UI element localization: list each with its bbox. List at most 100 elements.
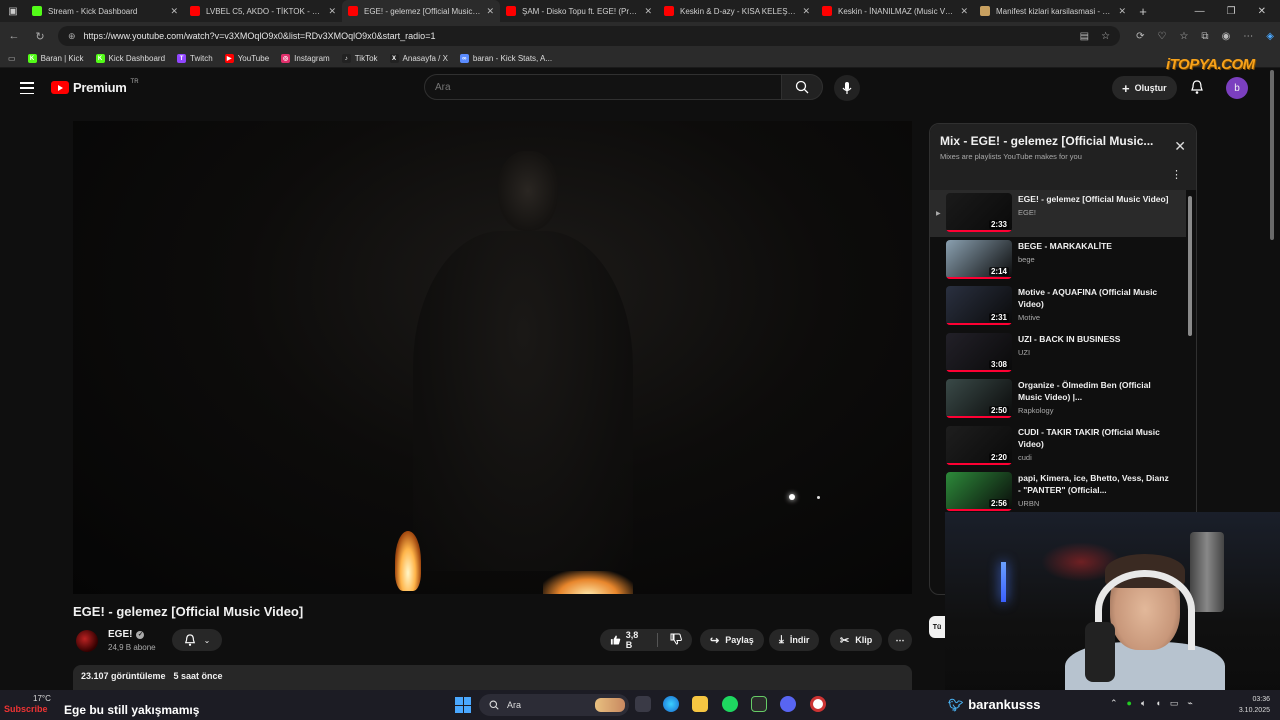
browser-tab[interactable]: Keskin - İNANILMAZ (Music Video) ✕ xyxy=(816,0,974,22)
bookmark-item[interactable]: K Kick Dashboard xyxy=(95,54,165,63)
voice-search-button[interactable] xyxy=(834,75,860,101)
close-window-icon[interactable]: ✕ xyxy=(1258,6,1266,17)
extensions-icon[interactable]: ⟳ xyxy=(1136,31,1144,42)
playlist-item[interactable]: 2:56 papi, Kimera, ice, Bhetto, Vess, Dia… xyxy=(930,469,1186,516)
mix-title[interactable]: Mix - EGE! - gelemez [Official Music... xyxy=(940,134,1165,148)
video-thumbnail[interactable]: 2:20 xyxy=(946,425,1012,465)
weather-widget[interactable]: 17°C xyxy=(8,694,51,703)
playlist-item-title[interactable]: papi, Kimera, ice, Bhetto, Vess, Dianz -… xyxy=(1018,472,1172,496)
collections-icon[interactable]: ⧉ xyxy=(1201,31,1208,42)
bookmark-item[interactable]: K Baran | Kick xyxy=(27,54,84,63)
download-button[interactable]: ⤓ İndir xyxy=(769,629,820,651)
close-tab-icon[interactable]: ✕ xyxy=(802,6,810,17)
file-explorer-icon[interactable] xyxy=(692,696,708,712)
channel-avatar[interactable] xyxy=(76,630,98,652)
dislike-button[interactable] xyxy=(670,633,682,647)
edge-browser-icon[interactable] xyxy=(663,696,679,712)
bookmark-item[interactable]: ◎ Instagram xyxy=(281,54,330,63)
video-thumbnail[interactable]: 2:33 xyxy=(946,193,1012,232)
video-thumbnail[interactable]: 2:56 xyxy=(946,472,1012,511)
bookmark-item[interactable]: ♪ TikTok xyxy=(341,54,378,63)
volume-icon[interactable]: 🔈︎ xyxy=(1141,698,1146,709)
channel-name[interactable]: EGE! xyxy=(108,629,132,640)
playlist-item-title[interactable]: CUDI - TAKIR TAKIR (Official Music Video… xyxy=(1018,426,1172,450)
notifications-button[interactable] xyxy=(1190,80,1204,100)
playlist-item[interactable]: 2:14 BEGE - MARKAKALİTE bege xyxy=(930,237,1186,284)
task-view-icon[interactable] xyxy=(635,696,651,712)
new-tab-button[interactable]: + xyxy=(1132,4,1154,19)
search-button[interactable] xyxy=(781,74,823,100)
subscription-notification-button[interactable]: ⌄ xyxy=(172,629,222,651)
page-scrollbar[interactable] xyxy=(1270,70,1274,240)
playlist-item-title[interactable]: UZI - BACK IN BUSINESS xyxy=(1018,333,1172,345)
menu-icon[interactable] xyxy=(20,82,34,94)
close-tab-icon[interactable]: ✕ xyxy=(328,6,336,17)
spotify-icon[interactable] xyxy=(722,696,738,712)
description-box[interactable]: 23.107 görüntüleme 5 saat önce xyxy=(73,665,912,690)
bookmark-item[interactable]: X Anasayfa / X xyxy=(389,54,448,63)
playlist-item[interactable]: 2:31 Motive - AQUAFINA (Official Music Vi… xyxy=(930,283,1186,330)
close-tab-icon[interactable]: ✕ xyxy=(1118,6,1126,17)
video-player[interactable] xyxy=(73,121,912,594)
favorites-icon[interactable]: ☆ xyxy=(1179,31,1188,42)
browser-essentials-icon[interactable]: ♡ xyxy=(1157,31,1166,42)
more-actions-button[interactable]: ⋯ xyxy=(888,629,912,651)
account-avatar[interactable]: b xyxy=(1226,77,1248,99)
bookmark-item[interactable]: ▶ YouTube xyxy=(224,54,269,63)
windows-start-icon[interactable] xyxy=(455,697,471,713)
video-thumbnail[interactable]: 2:14 xyxy=(946,239,1012,279)
tab-actions-menu-icon[interactable]: ▣ xyxy=(0,0,26,22)
video-thumbnail[interactable]: 3:08 xyxy=(946,332,1012,372)
bookmark-item[interactable]: ∞ baran - Kick Stats, A... xyxy=(459,54,552,63)
playlist-item[interactable]: 2:20 CUDI - TAKIR TAKIR (Official Music V… xyxy=(930,423,1186,470)
site-info-icon[interactable]: ⊕ xyxy=(68,31,76,42)
close-icon[interactable]: ✕ xyxy=(1174,138,1186,155)
microphone-tray-icon[interactable]: ◖ xyxy=(1155,698,1160,709)
monitor-icon[interactable]: ▭ xyxy=(1170,698,1179,709)
close-tab-icon[interactable]: ✕ xyxy=(170,6,178,17)
playlist-item[interactable]: 3:08 UZI - BACK IN BUSINESS UZI xyxy=(930,330,1186,377)
browser-tab[interactable]: Stream - Kick Dashboard ✕ xyxy=(26,0,184,22)
minimize-icon[interactable]: — xyxy=(1195,6,1205,17)
youtube-logo[interactable]: Premium TR xyxy=(51,79,139,95)
share-button[interactable]: ↪ Paylaş xyxy=(700,629,764,651)
taskbar-search[interactable]: Ara xyxy=(479,694,629,716)
browser-tab[interactable]: EGE! - gelemez [Official Music Video] ✕ xyxy=(342,0,500,22)
clip-button[interactable]: ✂ Klip xyxy=(830,629,883,651)
playlist-item-title[interactable]: BEGE - MARKAKALİTE xyxy=(1018,240,1172,252)
more-menu-icon[interactable]: ⋯ xyxy=(1243,31,1253,42)
url-field[interactable]: ⊕ https://www.youtube.com/watch?v=v3XMOq… xyxy=(58,26,1121,46)
close-tab-icon[interactable]: ✕ xyxy=(486,6,494,17)
create-button[interactable]: + Oluştur xyxy=(1112,76,1177,100)
filter-chip[interactable]: Tü xyxy=(929,616,945,638)
app-icon[interactable] xyxy=(751,696,767,712)
chevron-up-icon[interactable]: ⌃ xyxy=(1110,698,1118,709)
discord-icon[interactable] xyxy=(780,696,796,712)
like-button[interactable]: 3,8 B xyxy=(610,630,645,650)
playlist-item-title[interactable]: Motive - AQUAFINA (Official Music Video) xyxy=(1018,286,1172,310)
favorite-star-icon[interactable]: ☆ xyxy=(1101,31,1110,42)
copilot-icon[interactable]: ◈ xyxy=(1266,31,1274,42)
reload-icon[interactable]: ↻ xyxy=(32,30,48,43)
bookmark-item[interactable]: T Twitch xyxy=(177,54,213,63)
playlist-item[interactable]: ▶ 2:33 EGE! - gelemez [Official Music Vide… xyxy=(930,190,1186,237)
browser-tab[interactable]: Keskin & D-azy - KISA KELEŞ II (M...) ✕ xyxy=(658,0,816,22)
playlist-item-title[interactable]: Organize - Ölmedim Ben (Official Music V… xyxy=(1018,379,1172,403)
profile-icon[interactable]: ◉ xyxy=(1222,31,1231,42)
browser-tab[interactable]: LVBEL C5, AKDO - TİKTOK - YouTube ✕ xyxy=(184,0,342,22)
search-input[interactable] xyxy=(435,81,781,93)
bookmarks-toggle-icon[interactable]: ▭ xyxy=(8,54,16,63)
channel-name-row[interactable]: EGE! ✓ xyxy=(108,629,145,640)
close-tab-icon[interactable]: ✕ xyxy=(960,6,968,17)
close-tab-icon[interactable]: ✕ xyxy=(644,6,652,17)
browser-tab[interactable]: ŞAM - Disko Topu ft. EGE! (Prod...) ✕ xyxy=(500,0,658,22)
playlist-item[interactable]: 2:50 Organize - Ölmedim Ben (Official Mus… xyxy=(930,376,1186,423)
playlist-scrollbar[interactable] xyxy=(1188,196,1192,336)
video-thumbnail[interactable]: 2:50 xyxy=(946,379,1012,418)
obs-icon[interactable] xyxy=(810,696,826,712)
system-clock[interactable]: 03:36 3.10.2025 xyxy=(1230,694,1270,716)
maximize-icon[interactable]: ❐ xyxy=(1227,6,1236,17)
network-icon[interactable]: ⌁ xyxy=(1187,698,1192,709)
more-vertical-icon[interactable]: ⋮ xyxy=(1171,168,1182,181)
back-icon[interactable]: ← xyxy=(6,30,22,42)
